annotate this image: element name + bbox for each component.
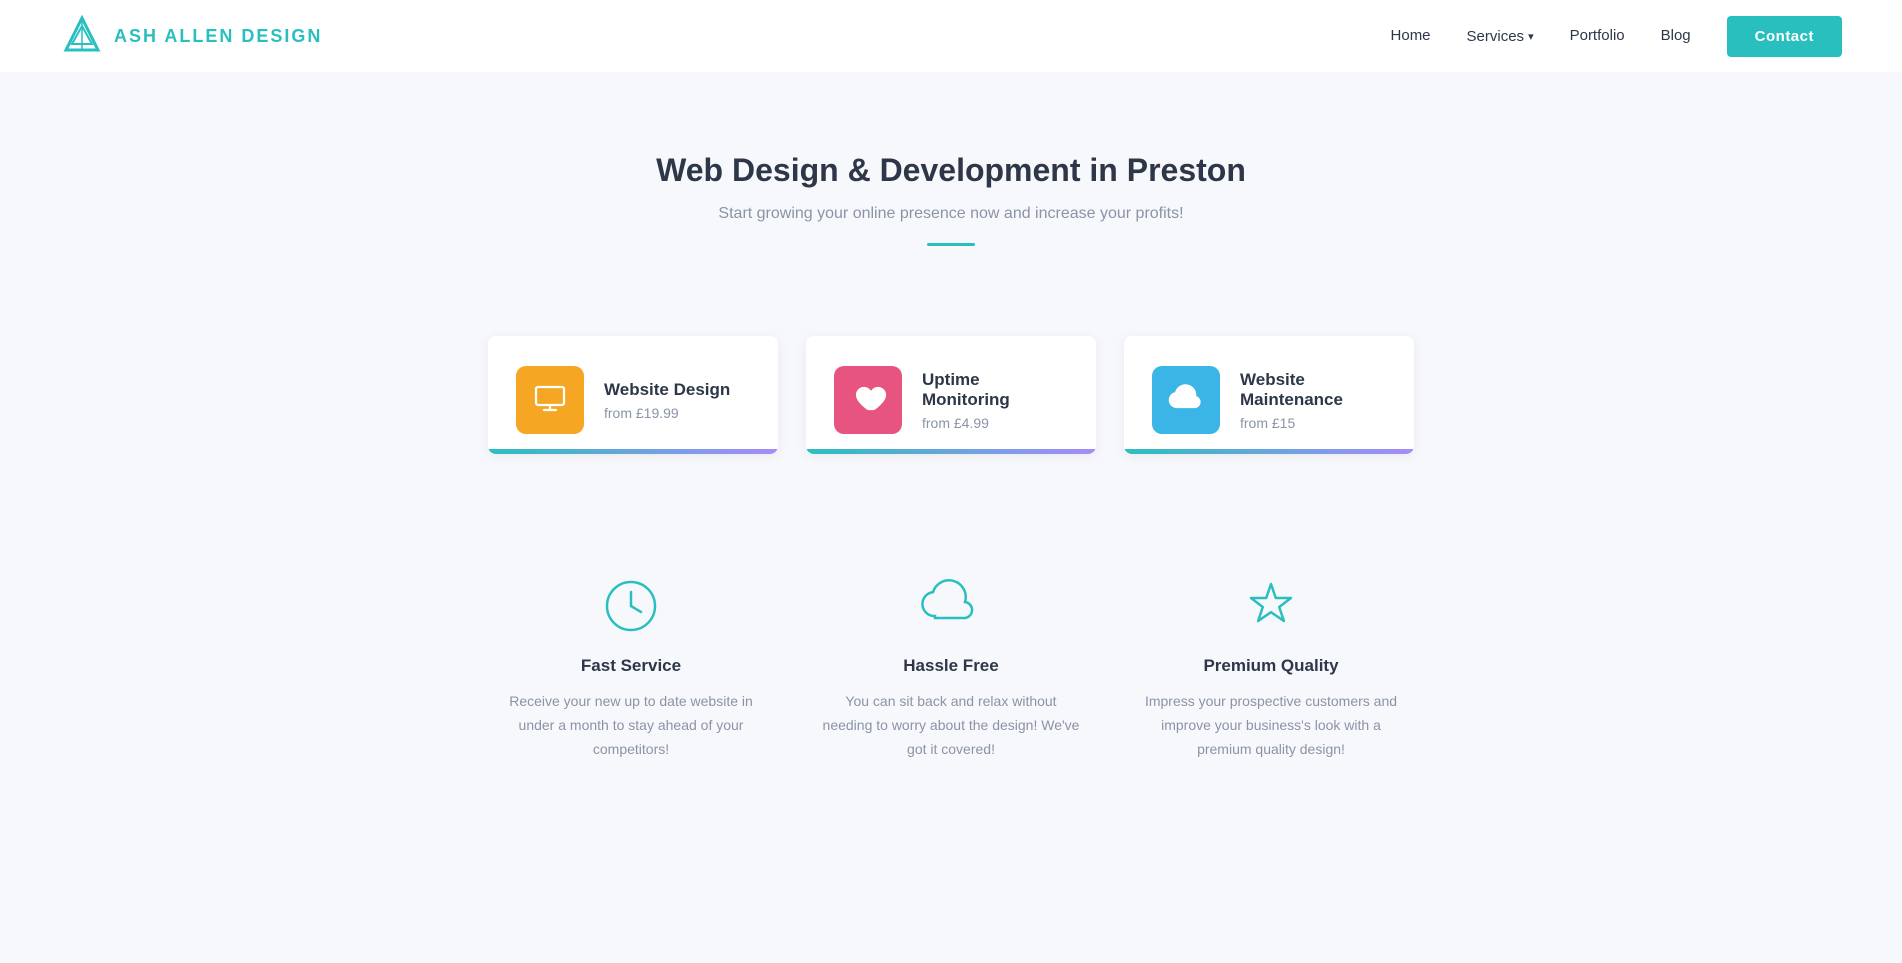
nav-item-portfolio[interactable]: Portfolio (1570, 27, 1625, 45)
service-icon-heart (834, 366, 902, 434)
feature-title-fast: Fast Service (501, 656, 761, 676)
nav-item-blog[interactable]: Blog (1661, 27, 1691, 45)
hero-divider (927, 243, 975, 246)
nav-services-label: Services (1467, 28, 1525, 45)
service-price-website-design: from £19.99 (604, 405, 730, 421)
star-icon (1241, 576, 1301, 636)
logo-icon (60, 14, 104, 58)
cloud-icon-teal (921, 576, 981, 636)
nav-item-services[interactable]: Services ▾ (1467, 28, 1534, 45)
nav-link-portfolio[interactable]: Portfolio (1570, 27, 1625, 44)
feature-title-hassle: Hassle Free (821, 656, 1081, 676)
service-card-text-uptime: Uptime Monitoring from £4.99 (922, 370, 1068, 451)
clock-icon-container (599, 574, 663, 638)
service-card-text-website-design: Website Design from £19.99 (604, 380, 730, 441)
feature-fast-service: Fast Service Receive your new up to date… (501, 574, 761, 761)
features-section: Fast Service Receive your new up to date… (0, 514, 1902, 801)
monitor-icon (531, 381, 569, 419)
card-bottom-bar-1 (488, 449, 778, 454)
star-icon-container (1239, 574, 1303, 638)
nav-item-home[interactable]: Home (1391, 27, 1431, 45)
service-icon-cloud (1152, 366, 1220, 434)
hero-subtitle: Start growing your online presence now a… (20, 205, 1882, 223)
card-bottom-bar-2 (806, 449, 1096, 454)
cloud-icon-blue (1167, 381, 1205, 419)
service-card-uptime-monitoring[interactable]: Uptime Monitoring from £4.99 (806, 336, 1096, 454)
service-title-uptime: Uptime Monitoring (922, 370, 1068, 410)
service-title-maintenance: Website Maintenance (1240, 370, 1386, 410)
logo-design: DESIGN (241, 26, 322, 46)
service-card-text-maintenance: Website Maintenance from £15 (1240, 370, 1386, 451)
feature-title-premium: Premium Quality (1141, 656, 1401, 676)
hero-section: Web Design & Development in Preston Star… (0, 72, 1902, 306)
logo-text: ASH ALLEN DESIGN (114, 26, 322, 47)
nav-link-home[interactable]: Home (1391, 27, 1431, 44)
heart-icon (849, 381, 887, 419)
service-card-website-design[interactable]: Website Design from £19.99 (488, 336, 778, 454)
feature-desc-hassle: You can sit back and relax without needi… (821, 690, 1081, 761)
feature-desc-premium: Impress your prospective customers and i… (1141, 690, 1401, 761)
feature-hassle-free: Hassle Free You can sit back and relax w… (821, 574, 1081, 761)
nav-item-contact[interactable]: Contact (1727, 16, 1842, 57)
feature-desc-fast: Receive your new up to date website in u… (501, 690, 761, 761)
service-price-maintenance: from £15 (1240, 415, 1386, 431)
service-price-uptime: from £4.99 (922, 415, 1068, 431)
logo[interactable]: ASH ALLEN DESIGN (60, 14, 322, 58)
nav-links: Home Services ▾ Portfolio Blog Contact (1391, 16, 1842, 57)
service-card-website-maintenance[interactable]: Website Maintenance from £15 (1124, 336, 1414, 454)
chevron-down-icon: ▾ (1528, 30, 1534, 43)
feature-premium-quality: Premium Quality Impress your prospective… (1141, 574, 1401, 761)
contact-button[interactable]: Contact (1727, 16, 1842, 57)
hero-title: Web Design & Development in Preston (20, 152, 1882, 189)
cloud-icon-container (919, 574, 983, 638)
service-icon-monitor (516, 366, 584, 434)
nav-link-blog[interactable]: Blog (1661, 27, 1691, 44)
clock-icon (601, 576, 661, 636)
service-title-website-design: Website Design (604, 380, 730, 400)
nav-link-services[interactable]: Services ▾ (1467, 28, 1534, 45)
logo-ash: ASH ALLEN (114, 26, 241, 46)
navbar: ASH ALLEN DESIGN Home Services ▾ Portfol… (0, 0, 1902, 72)
card-bottom-bar-3 (1124, 449, 1414, 454)
services-section: Website Design from £19.99 Uptime Monito… (0, 306, 1902, 514)
